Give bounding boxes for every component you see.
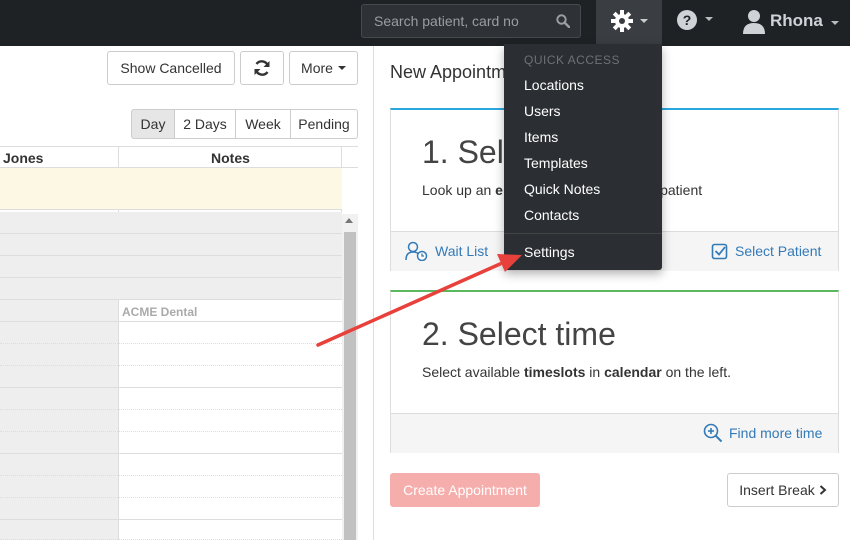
view-tab-pending[interactable]: Pending (290, 109, 358, 139)
user-clock-icon (405, 241, 428, 261)
time-slot[interactable] (0, 322, 342, 344)
zoom-in-icon (703, 423, 723, 443)
create-appointment-button[interactable]: Create Appointment (390, 473, 540, 507)
step2-footer: Find more time (391, 413, 838, 453)
refresh-button[interactable] (240, 51, 284, 85)
time-slot[interactable] (0, 388, 342, 410)
time-slot[interactable] (0, 520, 342, 540)
view-tab-day[interactable]: Day (131, 109, 175, 139)
svg-text:?: ? (683, 12, 692, 28)
help-menu-toggle[interactable]: ? (676, 9, 700, 36)
scroll-up-icon[interactable] (345, 218, 353, 223)
scrollbar-thumb[interactable] (344, 232, 356, 540)
time-slot[interactable] (0, 278, 342, 300)
wait-list-link[interactable]: Wait List (405, 241, 488, 261)
find-more-time-link[interactable]: Find more time (703, 423, 822, 443)
search-box (361, 4, 581, 38)
time-slot[interactable] (0, 498, 342, 520)
calendar-pane: Show Cancelled More Day 2 Days Week Pend… (0, 46, 374, 540)
step2-title: 2. Select time (422, 316, 616, 352)
view-tab-2-days[interactable]: 2 Days (174, 109, 236, 139)
menu-item-contacts[interactable]: Contacts (524, 207, 579, 223)
calendar-header: Jones Notes (0, 146, 358, 168)
column-header-notes: Notes (211, 150, 250, 166)
refresh-icon (254, 60, 270, 76)
settings-menu-toggle[interactable] (596, 0, 662, 44)
user-avatar-icon[interactable] (742, 8, 766, 36)
step2-description: Select available timeslots in calendar o… (422, 364, 731, 380)
search-icon[interactable] (556, 14, 571, 31)
calendar-event-label[interactable]: ACME Dental (122, 305, 197, 319)
time-slot[interactable] (0, 256, 342, 278)
more-label: More (301, 60, 333, 76)
time-slot[interactable] (0, 212, 342, 234)
view-tab-week[interactable]: Week (235, 109, 291, 139)
gear-icon (610, 9, 634, 36)
insert-break-button[interactable]: Insert Break (727, 473, 839, 507)
time-slot[interactable] (0, 454, 342, 476)
user-name[interactable]: Rhona (770, 11, 823, 31)
chevron-down-icon (337, 66, 346, 70)
select-time-card: 2. Select time Select available timeslot… (390, 290, 839, 453)
time-slot[interactable] (0, 234, 342, 256)
dropdown-divider (504, 233, 662, 234)
quick-access-dropdown: QUICK ACCESS Locations Users Items Templ… (504, 44, 662, 270)
chevron-down-icon (705, 17, 713, 21)
all-day-row[interactable] (0, 168, 342, 210)
show-cancelled-button[interactable]: Show Cancelled (107, 51, 235, 85)
menu-item-users[interactable]: Users (524, 103, 561, 119)
time-slot[interactable] (0, 432, 342, 454)
menu-item-locations[interactable]: Locations (524, 77, 584, 93)
search-input[interactable] (362, 5, 552, 37)
top-navbar: ? Rhona (0, 0, 850, 46)
menu-item-quick-notes[interactable]: Quick Notes (524, 181, 600, 197)
chevron-right-icon (819, 485, 827, 495)
more-button[interactable]: More (289, 51, 358, 85)
time-slot[interactable] (0, 344, 342, 366)
menu-item-settings[interactable]: Settings (524, 244, 575, 260)
time-slot[interactable] (0, 410, 342, 432)
chevron-down-icon (831, 21, 839, 25)
column-header-jones: Jones (3, 150, 44, 166)
time-slot[interactable] (0, 366, 342, 388)
chevron-down-icon (640, 19, 648, 23)
dropdown-header: QUICK ACCESS (524, 53, 621, 67)
question-icon: ? (677, 10, 697, 30)
checkbox-icon (711, 243, 728, 260)
select-patient-link[interactable]: Select Patient (711, 242, 821, 260)
time-slot[interactable] (0, 476, 342, 498)
menu-item-templates[interactable]: Templates (524, 155, 588, 171)
menu-item-items[interactable]: Items (524, 129, 558, 145)
panel-title: New Appointm (390, 62, 507, 82)
